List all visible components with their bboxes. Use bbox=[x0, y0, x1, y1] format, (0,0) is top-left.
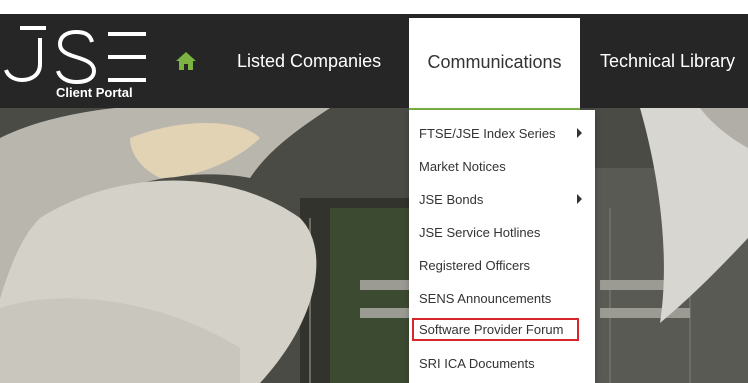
menu-item-jse-service-hotlines[interactable]: JSE Service Hotlines bbox=[409, 216, 595, 249]
menu-item-label: JSE Service Hotlines bbox=[419, 225, 541, 240]
nav-technical-library[interactable]: Technical Library bbox=[600, 14, 735, 108]
home-icon bbox=[176, 52, 196, 70]
jse-logo[interactable]: Client Portal bbox=[0, 14, 160, 108]
menu-item-registered-officers[interactable]: Registered Officers bbox=[409, 249, 595, 282]
nav-communications[interactable]: Communications bbox=[409, 18, 580, 110]
nav-listed-companies[interactable]: Listed Companies bbox=[237, 14, 381, 108]
client-portal-caption: Client Portal bbox=[56, 85, 133, 100]
top-band bbox=[0, 0, 748, 14]
menu-item-label: SENS Announcements bbox=[419, 291, 552, 306]
menu-item-label: Registered Officers bbox=[419, 258, 531, 273]
menu-item-market-notices[interactable]: Market Notices bbox=[409, 150, 595, 183]
menu-item-jse-bonds[interactable]: JSE Bonds bbox=[409, 183, 595, 216]
home-button[interactable] bbox=[175, 51, 197, 71]
communications-dropdown-menu: FTSE/JSE Index Series Market Notices JSE… bbox=[409, 110, 595, 383]
hero-background-image bbox=[0, 108, 748, 383]
menu-item-label: Market Notices bbox=[419, 159, 506, 174]
submenu-arrow-icon bbox=[577, 128, 582, 138]
submenu-arrow-icon bbox=[577, 194, 582, 204]
menu-item-sri-ica-documents[interactable]: SRI ICA Documents bbox=[409, 347, 595, 380]
menu-item-label: FTSE/JSE Index Series bbox=[419, 126, 556, 141]
highlight-box bbox=[412, 318, 579, 341]
menu-item-label: JSE Bonds bbox=[419, 192, 484, 207]
menu-item-label: SRI ICA Documents bbox=[419, 356, 535, 371]
menu-item-sens-announcements[interactable]: SENS Announcements bbox=[409, 282, 595, 315]
menu-item-ftse-jse-index-series[interactable]: FTSE/JSE Index Series bbox=[409, 117, 595, 150]
jse-logo-mark bbox=[4, 26, 146, 85]
